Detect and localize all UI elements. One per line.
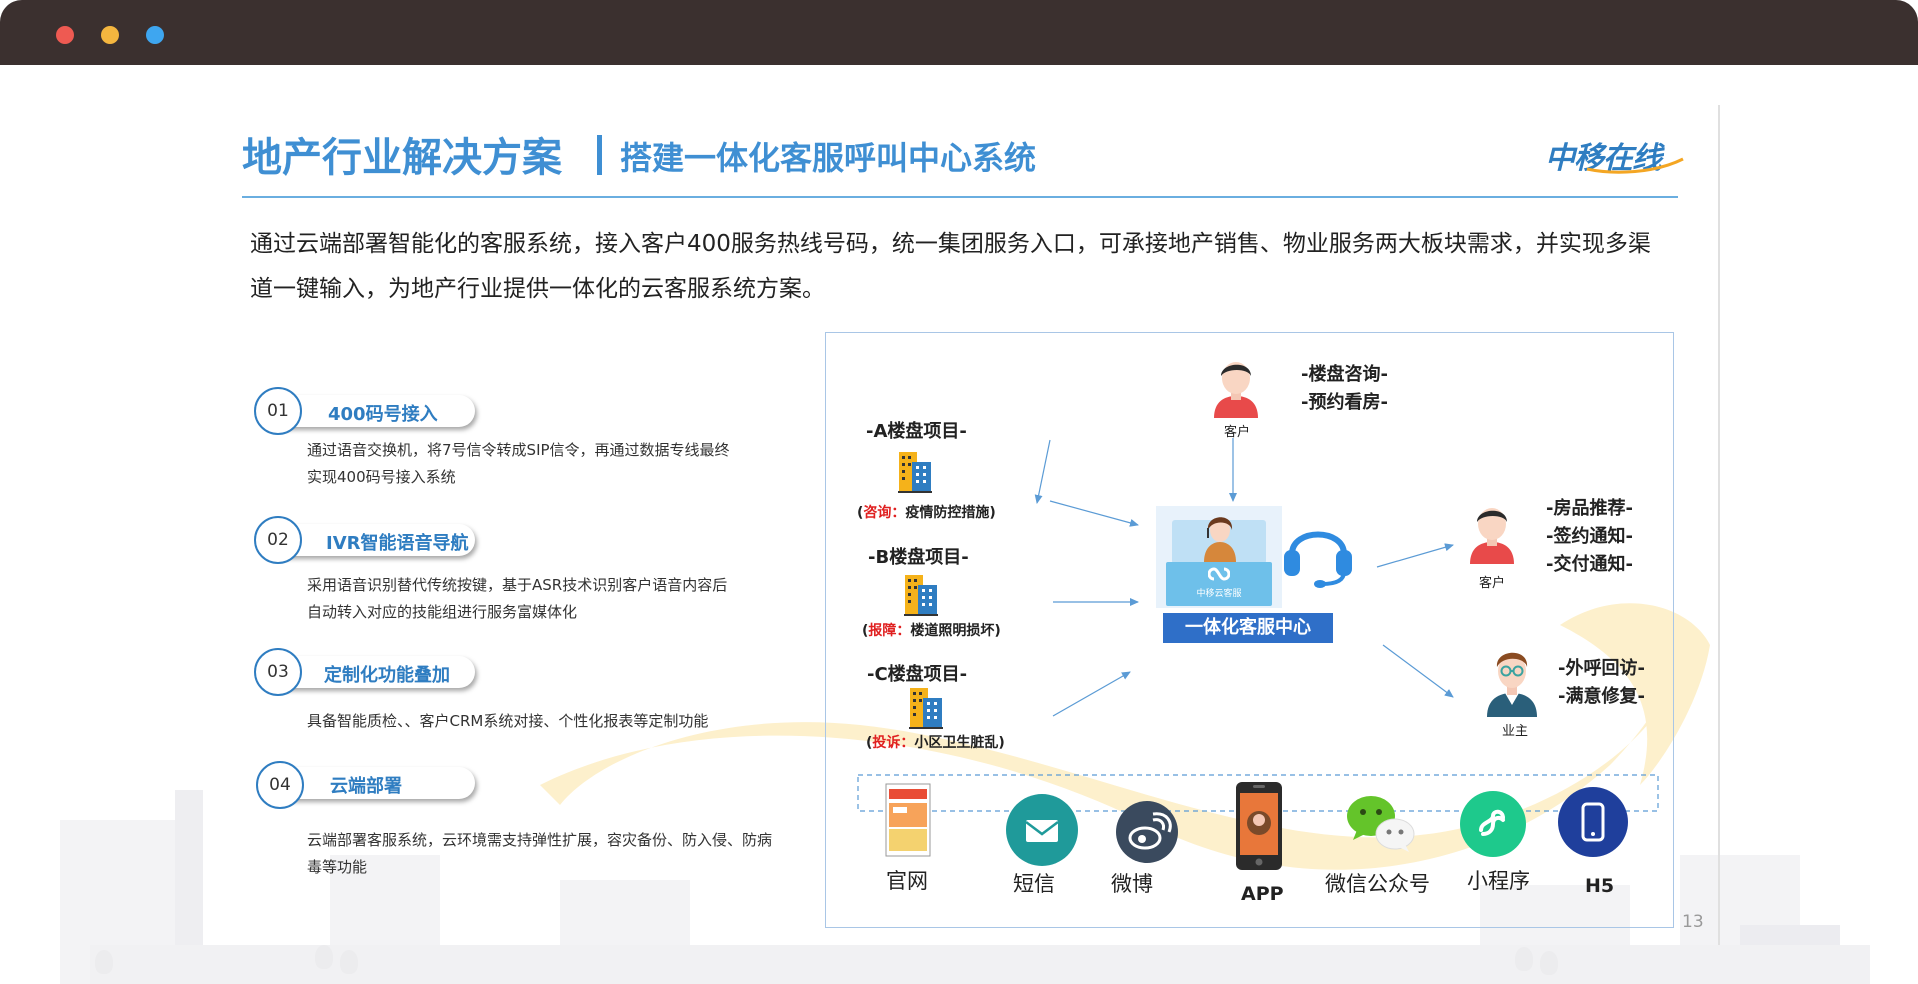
building-icon xyxy=(909,686,943,730)
slide: 地产行业解决方案 搭建一体化客服呼叫中心系统 中移在线 通过云端部署智能化的客服… xyxy=(0,65,1918,984)
window-minimize-button[interactable] xyxy=(101,26,119,44)
window-maximize-button[interactable] xyxy=(146,26,164,44)
channel-label: APP xyxy=(1241,883,1284,905)
sms-icon xyxy=(1004,792,1080,872)
project-label: -C楼盘项目- xyxy=(867,664,968,685)
channel-label: 短信 xyxy=(1013,872,1055,896)
owner-services: -外呼回访- -满意修复- xyxy=(1558,658,1645,707)
project-tag: (投诉：小区卫生脏乱) xyxy=(866,735,1005,751)
customer-label: 客户 xyxy=(1479,576,1506,591)
h5-icon xyxy=(1557,786,1629,862)
mini-program-icon xyxy=(1459,790,1527,862)
channel-label: 小程序 xyxy=(1467,869,1530,893)
project-tag: (报障：楼道照明损坏) xyxy=(862,623,1001,639)
channel-label: H5 xyxy=(1585,875,1615,897)
customer-avatar-icon xyxy=(1206,356,1266,422)
window-titlebar xyxy=(0,0,1918,65)
owner-label: 业主 xyxy=(1502,724,1529,739)
website-icon xyxy=(885,783,931,861)
customer-label: 客户 xyxy=(1224,425,1251,440)
building-icon xyxy=(904,573,938,617)
project-tag: (咨询：疫情防控措施) xyxy=(857,505,996,521)
weibo-icon xyxy=(1115,800,1179,868)
channel-label: 微博 xyxy=(1111,872,1153,896)
customer-avatar-icon xyxy=(1462,502,1522,568)
center-screen-text: 中移云客服 xyxy=(1196,589,1242,599)
building-icon xyxy=(898,450,932,494)
project-label: -A楼盘项目- xyxy=(866,421,967,442)
service-center-illustration: 中移云客服 xyxy=(1156,506,1282,608)
service-center-label: 一体化客服中心 xyxy=(1163,613,1333,643)
channel-label: 微信公众号 xyxy=(1325,872,1430,896)
customer-services: -房品推荐- -签约通知- -交付通知- xyxy=(1546,498,1633,575)
window-close-button[interactable] xyxy=(56,26,74,44)
customer-needs: -楼盘咨询- -预约看房- xyxy=(1301,364,1388,413)
headset-icon xyxy=(1282,514,1354,592)
channel-label: 官网 xyxy=(886,869,928,893)
project-label: -B楼盘项目- xyxy=(868,547,969,568)
wechat-icon xyxy=(1343,790,1417,858)
owner-avatar-icon xyxy=(1483,643,1541,721)
app-icon xyxy=(1235,781,1283,875)
page-number: 13 xyxy=(1682,912,1704,932)
